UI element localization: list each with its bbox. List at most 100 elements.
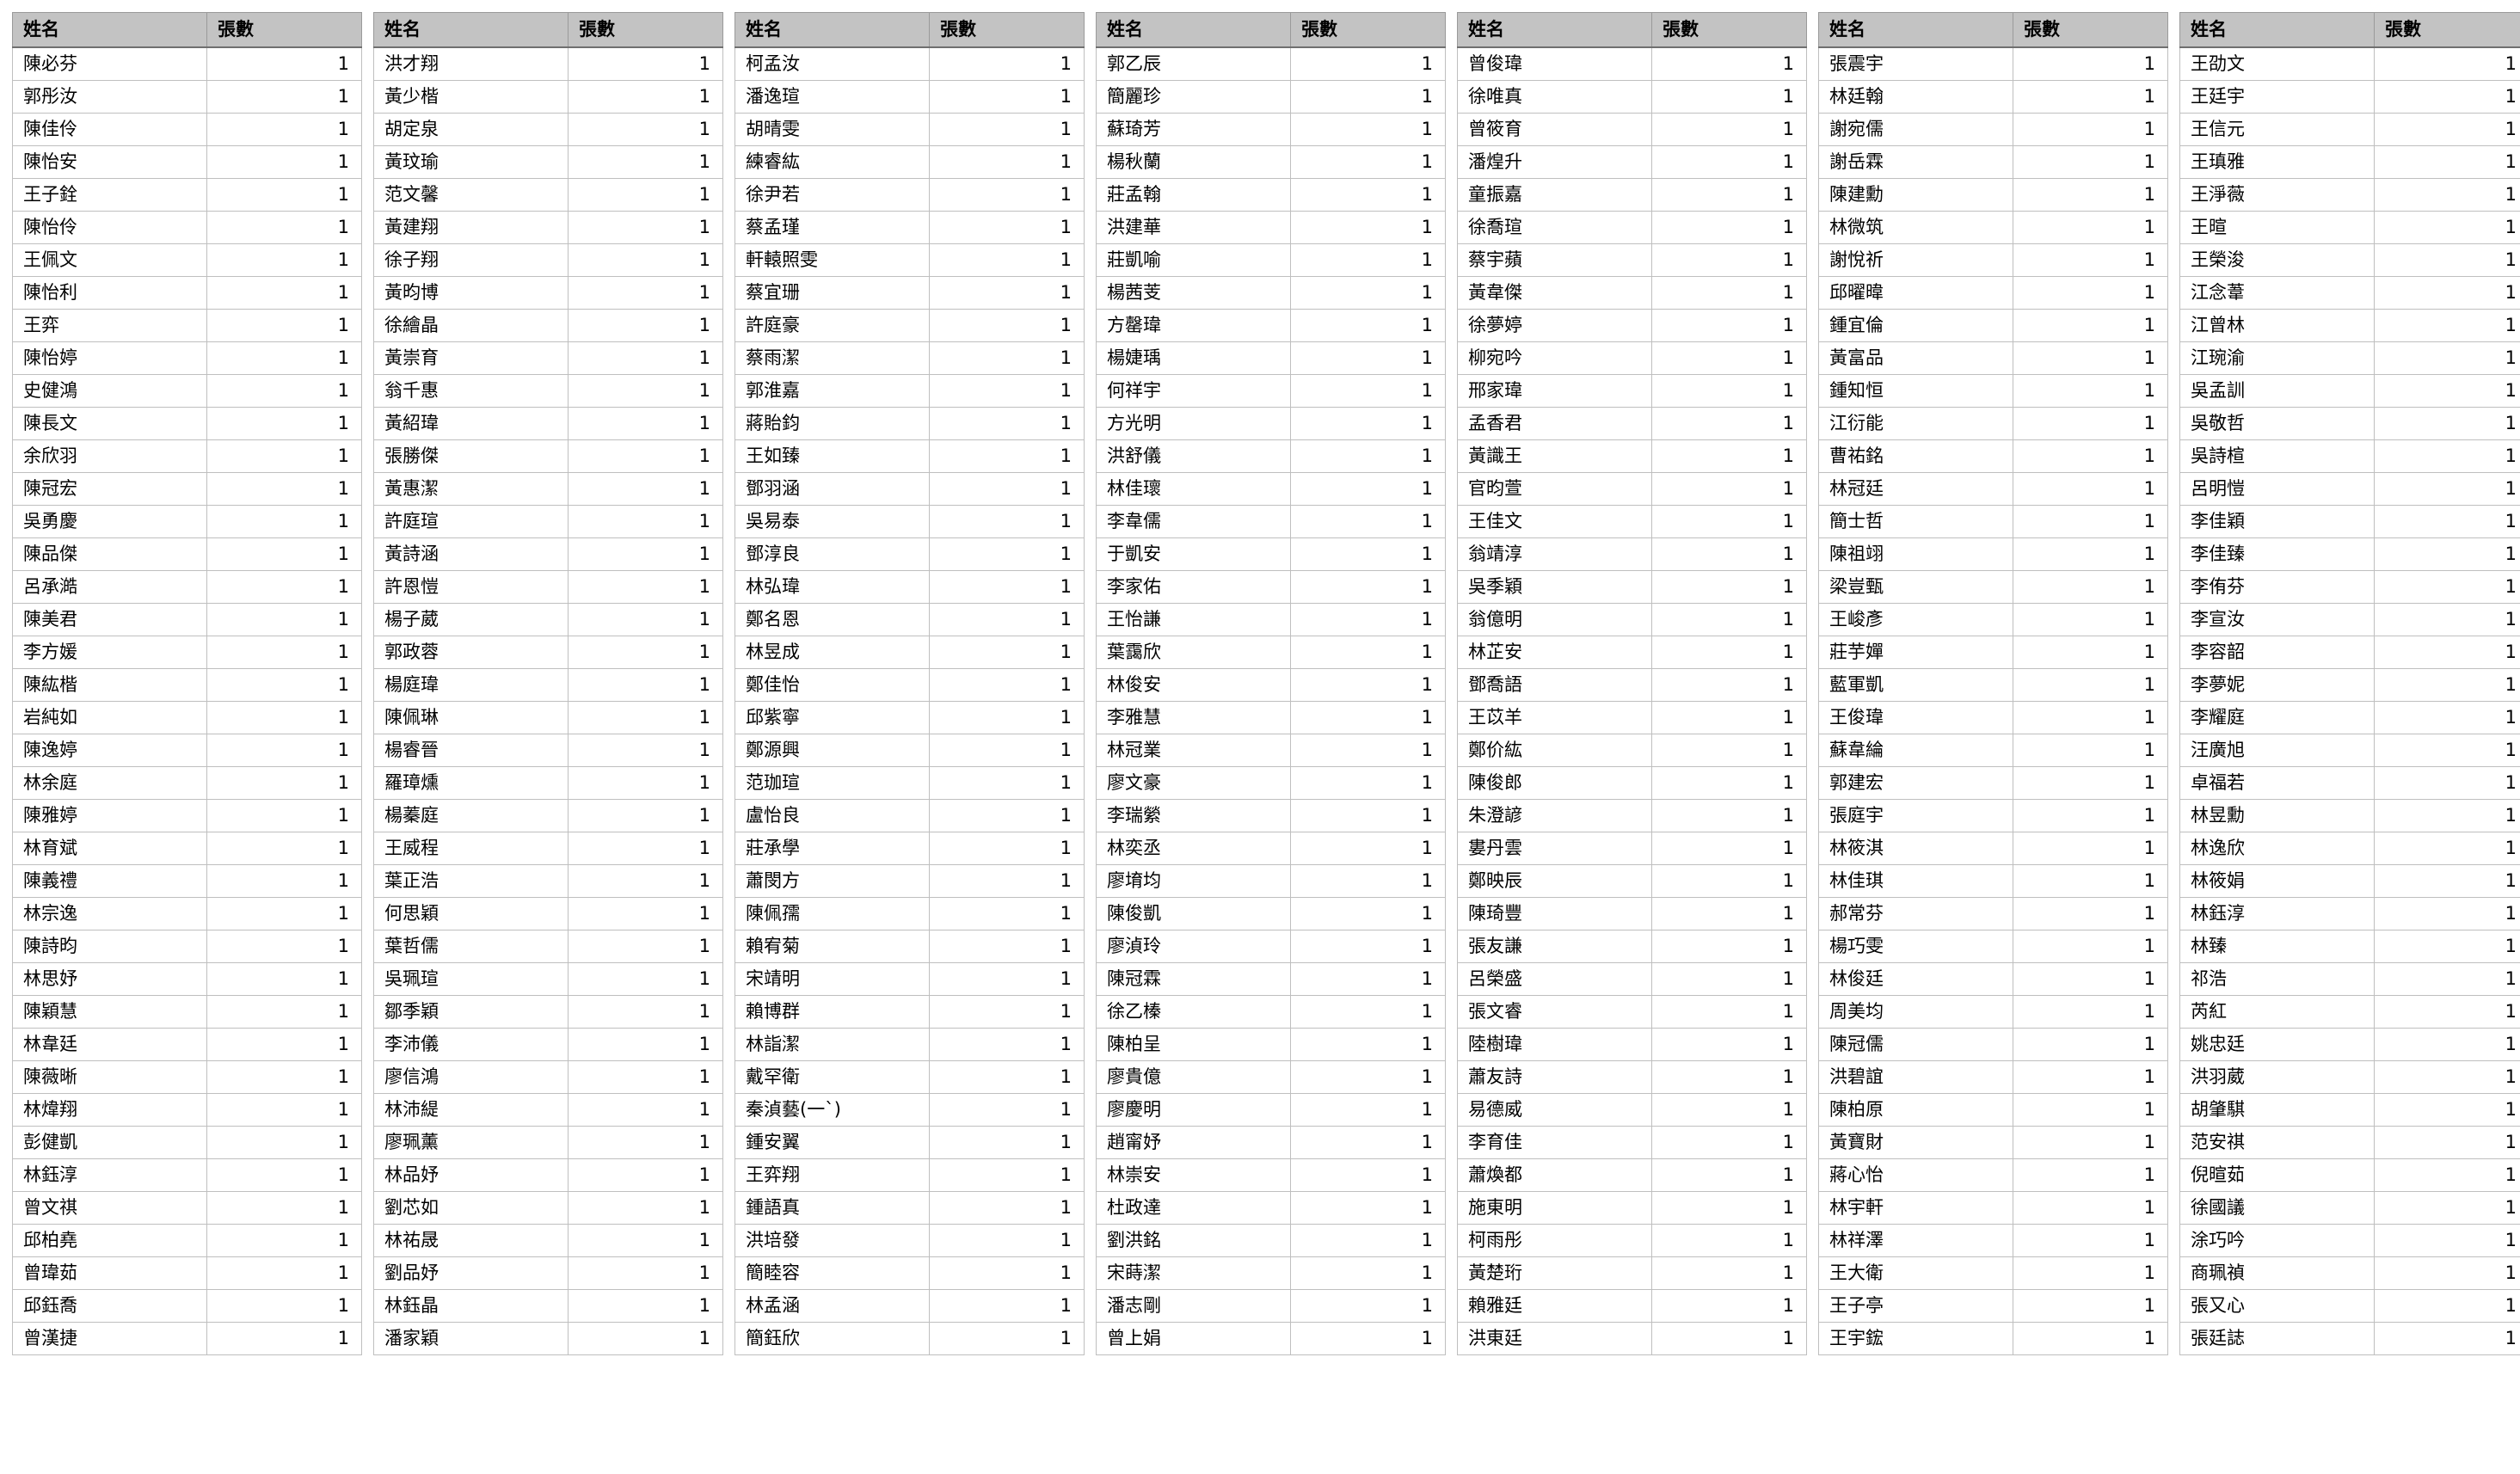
cell-count[interactable]: 1 (1290, 341, 1446, 375)
cell-count[interactable]: 1 (929, 930, 1085, 963)
cell-name[interactable]: 王淨薇 (2179, 178, 2375, 212)
cell-count[interactable]: 1 (568, 374, 723, 408)
cell-name[interactable]: 陳俊郎 (1457, 766, 1652, 800)
cell-count[interactable]: 1 (2374, 1289, 2520, 1323)
cell-name[interactable]: 陳琦豐 (1457, 897, 1652, 930)
column-header-name[interactable]: 姓名 (373, 12, 569, 48)
cell-count[interactable]: 1 (1651, 766, 1807, 800)
cell-count[interactable]: 1 (929, 537, 1085, 571)
cell-name[interactable]: 呂榮盛 (1457, 962, 1652, 996)
cell-count[interactable]: 1 (1651, 864, 1807, 898)
cell-name[interactable]: 林佳琪 (1818, 864, 2013, 898)
cell-count[interactable]: 1 (2374, 341, 2520, 375)
cell-name[interactable]: 黃識王 (1457, 439, 1652, 473)
cell-name[interactable]: 李耀庭 (2179, 701, 2375, 734)
cell-count[interactable]: 1 (929, 897, 1085, 930)
cell-count[interactable]: 1 (2013, 636, 2168, 669)
cell-count[interactable]: 1 (2374, 374, 2520, 408)
cell-count[interactable]: 1 (568, 407, 723, 440)
cell-count[interactable]: 1 (568, 1158, 723, 1192)
cell-count[interactable]: 1 (2013, 341, 2168, 375)
cell-count[interactable]: 1 (1651, 1224, 1807, 1257)
cell-count[interactable]: 1 (1651, 962, 1807, 996)
cell-count[interactable]: 1 (206, 211, 362, 244)
cell-count[interactable]: 1 (929, 668, 1085, 702)
cell-name[interactable]: 陳柏原 (1818, 1093, 2013, 1127)
cell-count[interactable]: 1 (1651, 636, 1807, 669)
cell-name[interactable]: 楊秋蘭 (1096, 145, 1291, 179)
cell-count[interactable]: 1 (929, 145, 1085, 179)
cell-name[interactable]: 李佳臻 (2179, 537, 2375, 571)
cell-count[interactable]: 1 (2374, 1060, 2520, 1094)
cell-name[interactable]: 卓福若 (2179, 766, 2375, 800)
cell-name[interactable]: 鄧淳良 (734, 537, 930, 571)
cell-count[interactable]: 1 (1290, 537, 1446, 571)
cell-count[interactable]: 1 (568, 113, 723, 146)
cell-count[interactable]: 1 (2374, 439, 2520, 473)
cell-name[interactable]: 李韋儒 (1096, 505, 1291, 538)
cell-count[interactable]: 1 (568, 734, 723, 767)
cell-name[interactable]: 倪暄茹 (2179, 1158, 2375, 1192)
cell-name[interactable]: 林宗逸 (12, 897, 207, 930)
cell-name[interactable]: 蘇韋綸 (1818, 734, 2013, 767)
cell-count[interactable]: 1 (568, 603, 723, 636)
cell-name[interactable]: 陳佳伶 (12, 113, 207, 146)
cell-name[interactable]: 葉靄欣 (1096, 636, 1291, 669)
cell-count[interactable]: 1 (1290, 407, 1446, 440)
cell-count[interactable]: 1 (1290, 636, 1446, 669)
column-header-count[interactable]: 張數 (206, 12, 362, 48)
cell-count[interactable]: 1 (1290, 374, 1446, 408)
cell-count[interactable]: 1 (568, 1093, 723, 1127)
cell-name[interactable]: 徐國議 (2179, 1191, 2375, 1225)
cell-name[interactable]: 潘志剛 (1096, 1289, 1291, 1323)
cell-count[interactable]: 1 (1651, 243, 1807, 277)
cell-name[interactable]: 黃少楷 (373, 80, 569, 114)
cell-name[interactable]: 江念葦 (2179, 276, 2375, 310)
cell-name[interactable]: 廖湞玲 (1096, 930, 1291, 963)
cell-count[interactable]: 1 (2013, 211, 2168, 244)
cell-name[interactable]: 蕭友詩 (1457, 1060, 1652, 1094)
cell-name[interactable]: 胡肇騏 (2179, 1093, 2375, 1127)
cell-name[interactable]: 謝宛儒 (1818, 113, 2013, 146)
cell-count[interactable]: 1 (2013, 80, 2168, 114)
cell-name[interactable]: 王暄 (2179, 211, 2375, 244)
cell-count[interactable]: 1 (568, 668, 723, 702)
cell-count[interactable]: 1 (568, 832, 723, 865)
cell-count[interactable]: 1 (206, 1060, 362, 1094)
cell-name[interactable]: 郭建宏 (1818, 766, 2013, 800)
cell-name[interactable]: 郭乙辰 (1096, 46, 1291, 81)
cell-name[interactable]: 蘇琦芳 (1096, 113, 1291, 146)
cell-count[interactable]: 1 (1290, 1256, 1446, 1290)
cell-name[interactable]: 楊睿晉 (373, 734, 569, 767)
cell-name[interactable]: 邢家瑋 (1457, 374, 1652, 408)
cell-count[interactable]: 1 (1290, 930, 1446, 963)
cell-count[interactable]: 1 (1290, 1060, 1446, 1094)
cell-count[interactable]: 1 (2013, 799, 2168, 832)
cell-count[interactable]: 1 (1651, 995, 1807, 1029)
cell-name[interactable]: 林余庭 (12, 766, 207, 800)
cell-count[interactable]: 1 (1651, 341, 1807, 375)
cell-name[interactable]: 林昱勳 (2179, 799, 2375, 832)
cell-name[interactable]: 曹祐銘 (1818, 439, 2013, 473)
cell-name[interactable]: 易德威 (1457, 1093, 1652, 1127)
cell-name[interactable]: 洪建華 (1096, 211, 1291, 244)
cell-name[interactable]: 林育斌 (12, 832, 207, 865)
cell-name[interactable]: 林俊安 (1096, 668, 1291, 702)
cell-count[interactable]: 1 (568, 766, 723, 800)
cell-name[interactable]: 吳易泰 (734, 505, 930, 538)
cell-count[interactable]: 1 (2013, 1256, 2168, 1290)
cell-name[interactable]: 李宣汝 (2179, 603, 2375, 636)
cell-count[interactable]: 1 (2013, 505, 2168, 538)
cell-count[interactable]: 1 (1290, 178, 1446, 212)
cell-count[interactable]: 1 (1290, 1126, 1446, 1159)
cell-count[interactable]: 1 (568, 1289, 723, 1323)
cell-name[interactable]: 陳祖翊 (1818, 537, 2013, 571)
cell-count[interactable]: 1 (1651, 1322, 1807, 1355)
cell-count[interactable]: 1 (2013, 46, 2168, 81)
cell-count[interactable]: 1 (1290, 962, 1446, 996)
cell-count[interactable]: 1 (2013, 1289, 2168, 1323)
cell-count[interactable]: 1 (929, 570, 1085, 604)
cell-count[interactable]: 1 (1290, 864, 1446, 898)
cell-name[interactable]: 邱鈺喬 (12, 1289, 207, 1323)
cell-name[interactable]: 宋靖明 (734, 962, 930, 996)
